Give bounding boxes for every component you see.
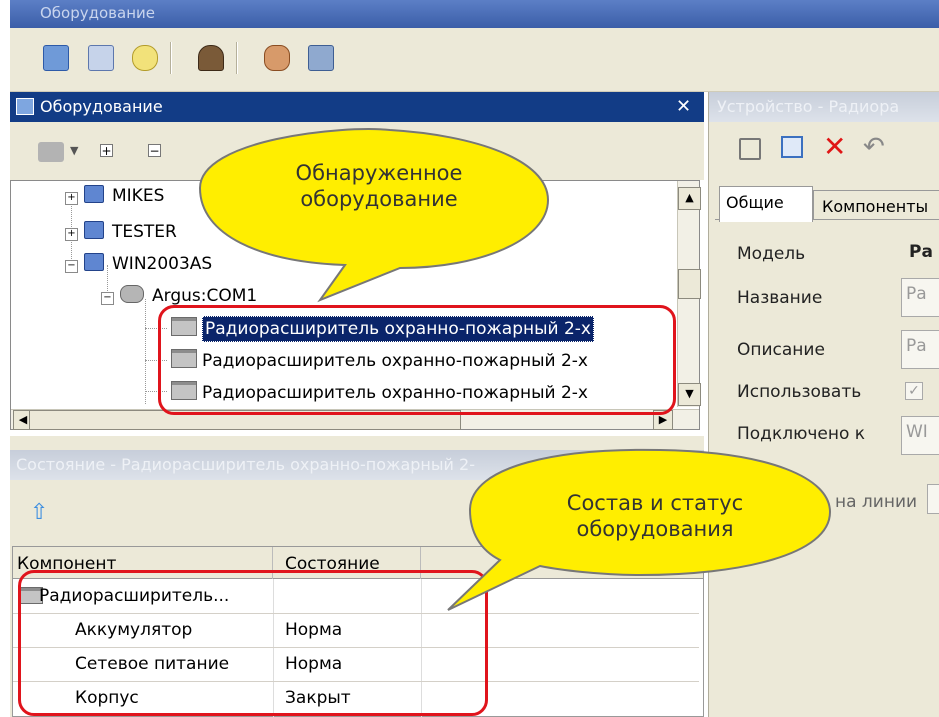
callout-line: оборудования xyxy=(576,517,734,541)
callout-line: Состав и статус xyxy=(566,491,744,515)
callout-layer xyxy=(198,128,832,611)
status-callout-text: Состав и статус оборудования xyxy=(500,490,810,542)
callout-line: оборудование xyxy=(300,187,458,211)
detected-equipment-callout-text: Обнаруженное оборудование xyxy=(244,160,514,212)
callout-line: Обнаруженное xyxy=(295,161,463,185)
detected-equipment-callout xyxy=(198,128,550,303)
